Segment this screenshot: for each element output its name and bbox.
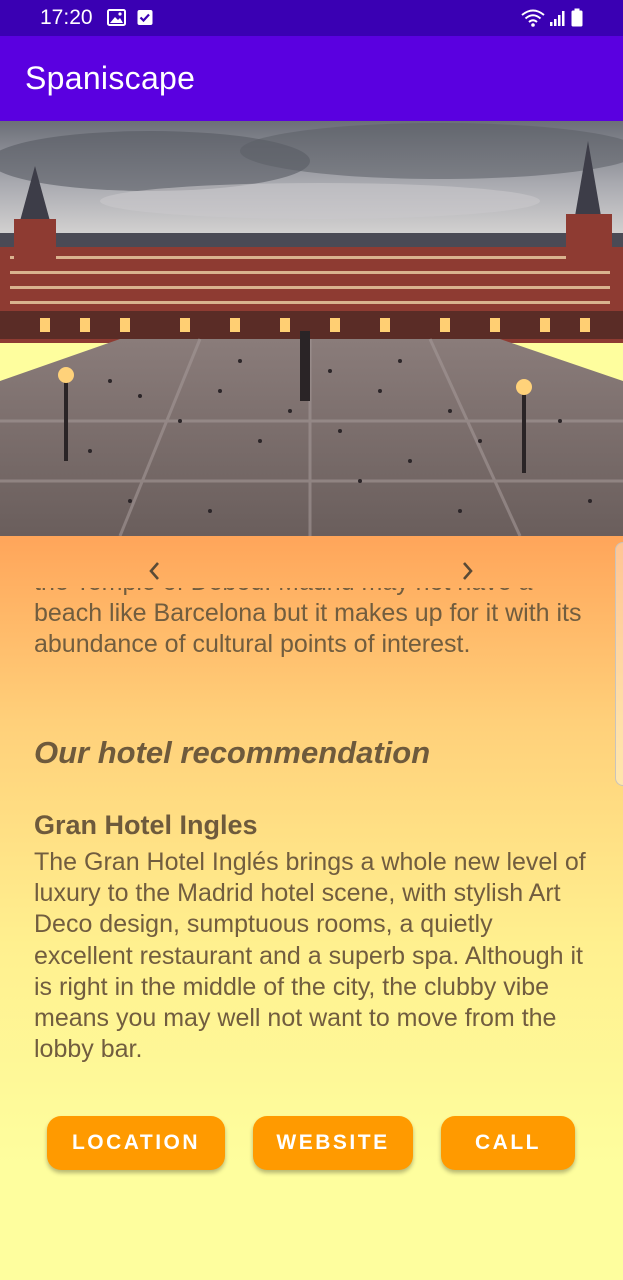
scrollbar-handle[interactable] [615,542,623,786]
next-image-button[interactable] [452,556,482,586]
image-icon [107,9,126,31]
intro-paragraph: the Temple of Debod. Madrid may not have… [34,588,582,658]
call-button[interactable]: CALL [441,1116,575,1170]
recommendation-heading: Our hotel recommendation [34,735,431,770]
description-scroll-area[interactable]: the Temple of Debod. Madrid may not have… [0,588,623,1280]
checkbox-icon [137,9,153,31]
previous-image-button[interactable] [140,556,170,586]
status-right-group [521,8,583,32]
website-button[interactable]: WEBSITE [253,1116,413,1170]
status-time: 17:20 [40,6,93,29]
content-panel: the Temple of Debod. Madrid may not have… [0,536,623,1280]
hotel-name: Gran Hotel Ingles [34,810,258,840]
battery-icon [571,8,583,32]
description-content: the Temple of Debod. Madrid may not have… [34,588,594,1065]
wifi-icon [521,9,545,32]
location-button[interactable]: LOCATION [47,1116,225,1170]
signal-icon [549,9,567,32]
hero-image [0,121,623,536]
hotel-description: The Gran Hotel Inglés brings a whole new… [34,848,586,1064]
app-title: Spaniscape [25,60,196,96]
chevron-right-icon [463,562,473,580]
status-bar: 17:20 [0,0,623,36]
chevron-left-icon [149,562,159,580]
app-bar: Spaniscape [0,36,623,121]
